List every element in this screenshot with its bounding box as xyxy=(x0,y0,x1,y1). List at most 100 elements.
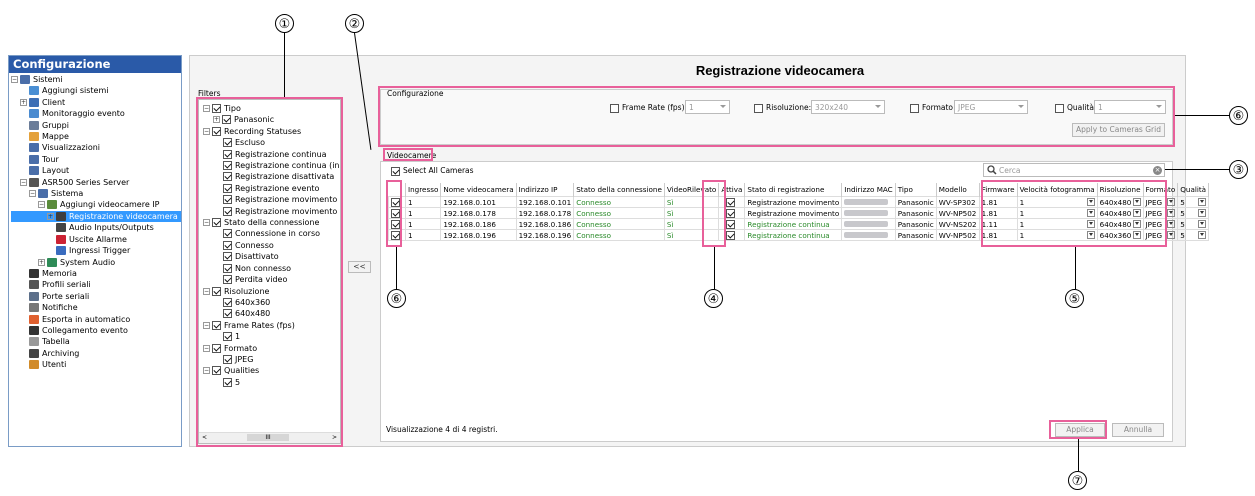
cancel-button[interactable]: Annulla xyxy=(1112,423,1164,437)
grid-header-cell[interactable]: Stato di registrazione xyxy=(744,183,843,197)
sidebar-item-notification[interactable]: Notifiche xyxy=(11,302,181,313)
mac-cell xyxy=(841,196,896,208)
sidebar-item-label: Uscite Allarme xyxy=(69,234,127,244)
sidebar-item-sys-audio[interactable]: + System Audio xyxy=(11,257,181,268)
type-cell: Panasonic xyxy=(894,207,937,219)
sidebar-item-view[interactable]: Visualizzazioni xyxy=(11,142,181,153)
sidebar-item-archive[interactable]: Archiving xyxy=(11,348,181,359)
sidebar-item-label: Gruppi xyxy=(42,120,69,130)
search-input[interactable]: Cerca × xyxy=(983,163,1165,177)
sidebar-item-label: Client xyxy=(42,97,66,107)
active-checkbox[interactable] xyxy=(725,197,735,207)
sidebar-item-rec-camera[interactable]: + Registrazione videocamera xyxy=(11,210,181,223)
users-icon xyxy=(29,360,39,370)
q-value: 5 xyxy=(1180,197,1185,207)
q-value: 5 xyxy=(1180,230,1185,240)
select-all-checkbox[interactable] xyxy=(391,166,400,176)
grid-header-cell[interactable]: Ingresso xyxy=(405,183,442,197)
collapse-icon[interactable]: − xyxy=(20,178,27,186)
sidebar-item-client[interactable]: + Client xyxy=(11,97,181,108)
connection-status-cell: Connesso xyxy=(573,207,665,219)
sidebar-item-serial-profile[interactable]: Profili seriali xyxy=(11,279,181,290)
grid-header-cell[interactable]: Indirizzo IP xyxy=(516,183,575,197)
recording-status-cell: Registrazione movimento xyxy=(744,207,843,219)
sidebar-item-alarm[interactable]: Uscite Allarme xyxy=(11,234,181,245)
expand-icon[interactable]: + xyxy=(20,98,27,106)
q-cell[interactable]: 5 xyxy=(1177,196,1210,208)
q-cell[interactable]: 5 xyxy=(1177,207,1210,219)
sidebar-item-trigger[interactable]: Ingressi Trigger xyxy=(11,245,181,256)
sidebar-item-label: Esporta in automatico xyxy=(42,314,131,324)
sidebar-item-table[interactable]: Tabella xyxy=(11,336,181,347)
recording-status-cell: Registrazione movimento xyxy=(744,196,843,208)
layout-icon xyxy=(29,166,39,176)
collapse-icon[interactable]: − xyxy=(38,201,45,209)
active-checkbox[interactable] xyxy=(725,230,735,240)
chevron-down-icon[interactable] xyxy=(1198,230,1207,239)
redacted-mac xyxy=(844,198,889,205)
sidebar-item-label: Porte seriali xyxy=(42,291,90,301)
chevron-down-icon[interactable] xyxy=(1198,208,1207,217)
grid-header-cell[interactable]: Qualità xyxy=(1177,183,1210,197)
active-checkbox[interactable] xyxy=(725,208,735,218)
collapse-icon[interactable]: − xyxy=(11,76,18,83)
model-cell: WV-NP502 xyxy=(935,207,980,219)
clear-search-icon[interactable]: × xyxy=(1153,166,1162,175)
type-cell: Panasonic xyxy=(894,229,937,241)
grid-header-cell[interactable]: Stato della connessione xyxy=(573,183,665,197)
sidebar-item-add-system[interactable]: Aggiungi sistemi xyxy=(11,85,181,96)
grid-header-cell[interactable]: Nome videocamera xyxy=(440,183,517,197)
sidebar-item-export[interactable]: Esporta in automatico xyxy=(11,314,181,325)
sidebar-item-system[interactable]: − Sistemi xyxy=(11,74,181,85)
grid-header-cell[interactable]: Modello xyxy=(936,183,980,197)
chevron-down-icon[interactable] xyxy=(1167,197,1176,206)
sidebar-item-group[interactable]: Gruppi xyxy=(11,120,181,131)
name-cell: 192.168.0.101 xyxy=(440,196,517,208)
callout-4: ④ xyxy=(704,289,723,308)
expand-icon[interactable]: + xyxy=(38,258,45,266)
type-cell: Panasonic xyxy=(894,196,937,208)
sidebar-item-map[interactable]: Mappe xyxy=(11,131,181,142)
select-all-group[interactable]: Select All Cameras xyxy=(391,166,474,176)
sidebar-item-label: Tabella xyxy=(42,337,70,347)
ip-cell: 192.168.0.186 xyxy=(515,218,575,230)
chevron-down-icon[interactable] xyxy=(1198,197,1207,206)
highlight-active-column xyxy=(702,180,726,247)
archive-icon xyxy=(29,348,39,358)
q-cell[interactable]: 5 xyxy=(1177,229,1210,241)
sidebar-item-add-camera[interactable]: − Aggiungi videocamere IP xyxy=(11,199,181,210)
sidebar-item-label: Audio Inputs/Outputs xyxy=(69,223,154,233)
ip-cell: 192.168.0.101 xyxy=(515,196,575,208)
sidebar-item-label: Collegamento evento xyxy=(42,325,128,335)
chevron-down-icon[interactable] xyxy=(1198,219,1207,228)
chevron-down-icon[interactable] xyxy=(1167,219,1176,228)
callout-line xyxy=(1075,247,1076,289)
callout-2: ② xyxy=(345,14,364,33)
q-cell[interactable]: 5 xyxy=(1177,218,1210,230)
expand-icon[interactable]: + xyxy=(47,212,54,220)
sidebar-item-monitor[interactable]: Monitoraggio evento xyxy=(11,108,181,119)
mac-cell xyxy=(841,218,896,230)
sidebar-item-tour[interactable]: Tour xyxy=(11,154,181,165)
callout-1: ① xyxy=(275,14,294,33)
sidebar-item-layout[interactable]: Layout xyxy=(11,165,181,176)
active-checkbox[interactable] xyxy=(725,219,735,229)
grid-header-cell[interactable]: Tipo xyxy=(895,183,937,197)
sidebar-title: Configurazione xyxy=(9,56,181,73)
select-all-label: Select All Cameras xyxy=(403,166,474,175)
collapse-filters-button[interactable]: << xyxy=(348,261,371,273)
q-value: 5 xyxy=(1180,219,1185,229)
sidebar-item-event-link[interactable]: Collegamento evento xyxy=(11,325,181,336)
sidebar-item-label: Memoria xyxy=(42,268,77,278)
sidebar-item-storage[interactable]: Memoria xyxy=(11,268,181,279)
sidebar-item-audio[interactable]: Audio Inputs/Outputs xyxy=(11,222,181,233)
chevron-down-icon[interactable] xyxy=(1167,208,1176,217)
sidebar-item-sistema[interactable]: − Sistema xyxy=(11,188,181,199)
sidebar-item-server[interactable]: − ASR500 Series Server xyxy=(11,177,181,188)
collapse-icon[interactable]: − xyxy=(29,190,36,198)
chevron-down-icon[interactable] xyxy=(1167,230,1176,239)
sidebar-item-users[interactable]: Utenti xyxy=(11,359,181,370)
grid-header-cell[interactable]: Indirizzo MAC xyxy=(841,183,896,197)
monitor-icon xyxy=(29,109,39,119)
sidebar-item-serial-port[interactable]: Porte seriali xyxy=(11,291,181,302)
